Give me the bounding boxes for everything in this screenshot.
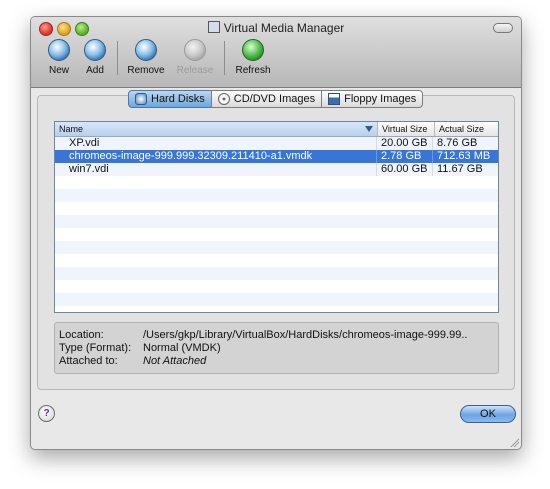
document-icon [207, 21, 220, 33]
type-row: Type (Format): Normal (VMDK) [55, 342, 498, 355]
cell-actual-size: 712.63 MB [437, 150, 491, 162]
location-value: /Users/gkp/Library/VirtualBox/HardDisks/… [143, 329, 468, 341]
media-tabs: Hard Disks CD/DVD Images Floppy Images [128, 90, 424, 108]
release-button[interactable]: Release [175, 39, 215, 79]
help-button[interactable]: ? [38, 405, 55, 422]
toolbar: Virtual Media Manager New Add Remove Rel… [31, 17, 521, 88]
refresh-icon [242, 39, 264, 61]
cell-virtual-size: 20.00 GB [377, 137, 433, 150]
location-row: Location: /Users/gkp/Library/VirtualBox/… [55, 329, 498, 342]
empty-row [55, 202, 498, 215]
column-header-actual-size[interactable]: Actual Size [435, 122, 495, 136]
window-title: Virtual Media Manager [31, 21, 521, 35]
cell-actual-size: 8.76 GB [437, 137, 478, 149]
table-row[interactable]: chromeos-image-999.999.32309.211410-a1.v… [55, 150, 498, 163]
type-label: Type (Format): [59, 342, 132, 354]
empty-row [55, 293, 498, 306]
table-body: XP.vdi 20.00 GB 8.76 GB chromeos-image-999.… [55, 137, 498, 312]
hard-disk-icon [135, 93, 147, 105]
table-row[interactable]: win7.vdi 60.00 GB 11.67 GB [55, 163, 498, 176]
attached-value: Not Attached [143, 355, 207, 367]
hard-disk-table[interactable]: Name Virtual Size Actual Size XP.vdi 20.0… [54, 121, 499, 313]
table-row[interactable]: XP.vdi 20.00 GB 8.76 GB [55, 137, 498, 150]
cell-actual-size: 11.67 GB [437, 163, 483, 175]
tab-cd-dvd-images[interactable]: CD/DVD Images [210, 90, 323, 108]
toolbar-separator [117, 41, 118, 75]
type-value: Normal (VMDK) [143, 342, 221, 354]
title-bar: Virtual Media Manager [31, 17, 521, 39]
add-button[interactable]: Add [81, 39, 109, 79]
cell-name: win7.vdi [55, 163, 377, 176]
empty-row [55, 306, 498, 312]
table-header: Name Virtual Size Actual Size [55, 122, 498, 137]
remove-disk-icon [135, 39, 157, 61]
cell-virtual-size: 2.78 GB [377, 150, 433, 163]
tab-floppy-images[interactable]: Floppy Images [321, 90, 424, 108]
attached-label: Attached to: [59, 355, 118, 367]
empty-row [55, 267, 498, 280]
ok-button[interactable]: OK [460, 405, 516, 423]
cd-icon [217, 93, 230, 105]
virtual-media-manager-window: Virtual Media Manager New Add Remove Rel… [30, 16, 522, 450]
cell-name: chromeos-image-999.999.32309.211410-a1.v… [55, 150, 377, 163]
attached-row: Attached to: Not Attached [55, 355, 498, 368]
empty-row [55, 254, 498, 267]
toolbar-toggle-button[interactable] [493, 23, 513, 33]
tab-hard-disks[interactable]: Hard Disks [128, 90, 212, 108]
cell-virtual-size: 60.00 GB [377, 163, 433, 176]
release-disk-icon [184, 39, 206, 61]
media-panel: Hard Disks CD/DVD Images Floppy Images N… [37, 90, 515, 390]
empty-row [55, 215, 498, 228]
floppy-icon [328, 93, 341, 105]
empty-row [55, 176, 498, 189]
add-disk-icon [84, 39, 106, 61]
column-header-name[interactable]: Name [55, 122, 378, 136]
details-panel: Location: /Users/gkp/Library/VirtualBox/… [54, 322, 499, 374]
new-disk-icon [48, 39, 70, 61]
empty-row [55, 189, 498, 202]
cell-name: XP.vdi [55, 137, 377, 150]
empty-row [55, 228, 498, 241]
location-label: Location: [59, 329, 104, 341]
column-header-virtual-size[interactable]: Virtual Size [378, 122, 435, 136]
toolbar-separator [224, 41, 225, 75]
new-button[interactable]: New [45, 39, 73, 79]
refresh-button[interactable]: Refresh [233, 39, 273, 79]
empty-row [55, 280, 498, 293]
sort-descending-icon [365, 126, 373, 132]
empty-row [55, 241, 498, 254]
resize-grip[interactable] [509, 437, 519, 447]
remove-button[interactable]: Remove [126, 39, 166, 79]
